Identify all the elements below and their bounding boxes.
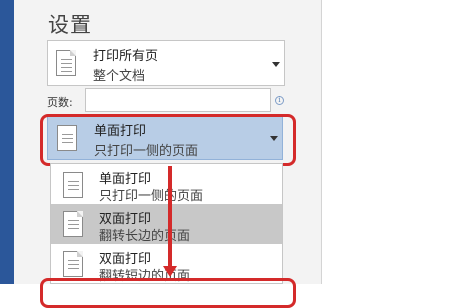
print-range-secondary: 整个文档 xyxy=(93,69,146,84)
settings-title: 设置 xyxy=(48,13,92,37)
single-sided-icon xyxy=(63,172,83,198)
chevron-down-icon xyxy=(272,62,280,67)
option-single-sided[interactable]: 单面打印 只打印一侧的页面 xyxy=(51,164,282,204)
annotation-arrow-head xyxy=(163,266,177,277)
annotation-highlight-box xyxy=(40,114,296,166)
duplex-long-edge-icon xyxy=(63,211,83,237)
annotation-arrow xyxy=(168,166,172,270)
duplex-short-edge-icon xyxy=(63,251,83,277)
info-icon[interactable]: i xyxy=(275,96,284,105)
option-secondary: 只打印一侧的页面 xyxy=(99,189,204,204)
pages-label: 页数: xyxy=(47,96,73,109)
option-secondary: 翻转长边的页面 xyxy=(99,229,191,244)
backstage-nav-strip xyxy=(0,0,14,284)
pages-input[interactable] xyxy=(85,88,271,112)
document-pages-icon xyxy=(56,50,76,76)
print-range-primary: 打印所有页 xyxy=(93,49,159,64)
option-duplex-long-edge[interactable]: 双面打印 翻转长边的页面 xyxy=(51,204,282,244)
print-range-dropdown[interactable]: 打印所有页 整个文档 xyxy=(47,40,285,86)
annotation-highlight-box-bottom xyxy=(40,278,296,308)
print-preview-area xyxy=(322,0,475,284)
